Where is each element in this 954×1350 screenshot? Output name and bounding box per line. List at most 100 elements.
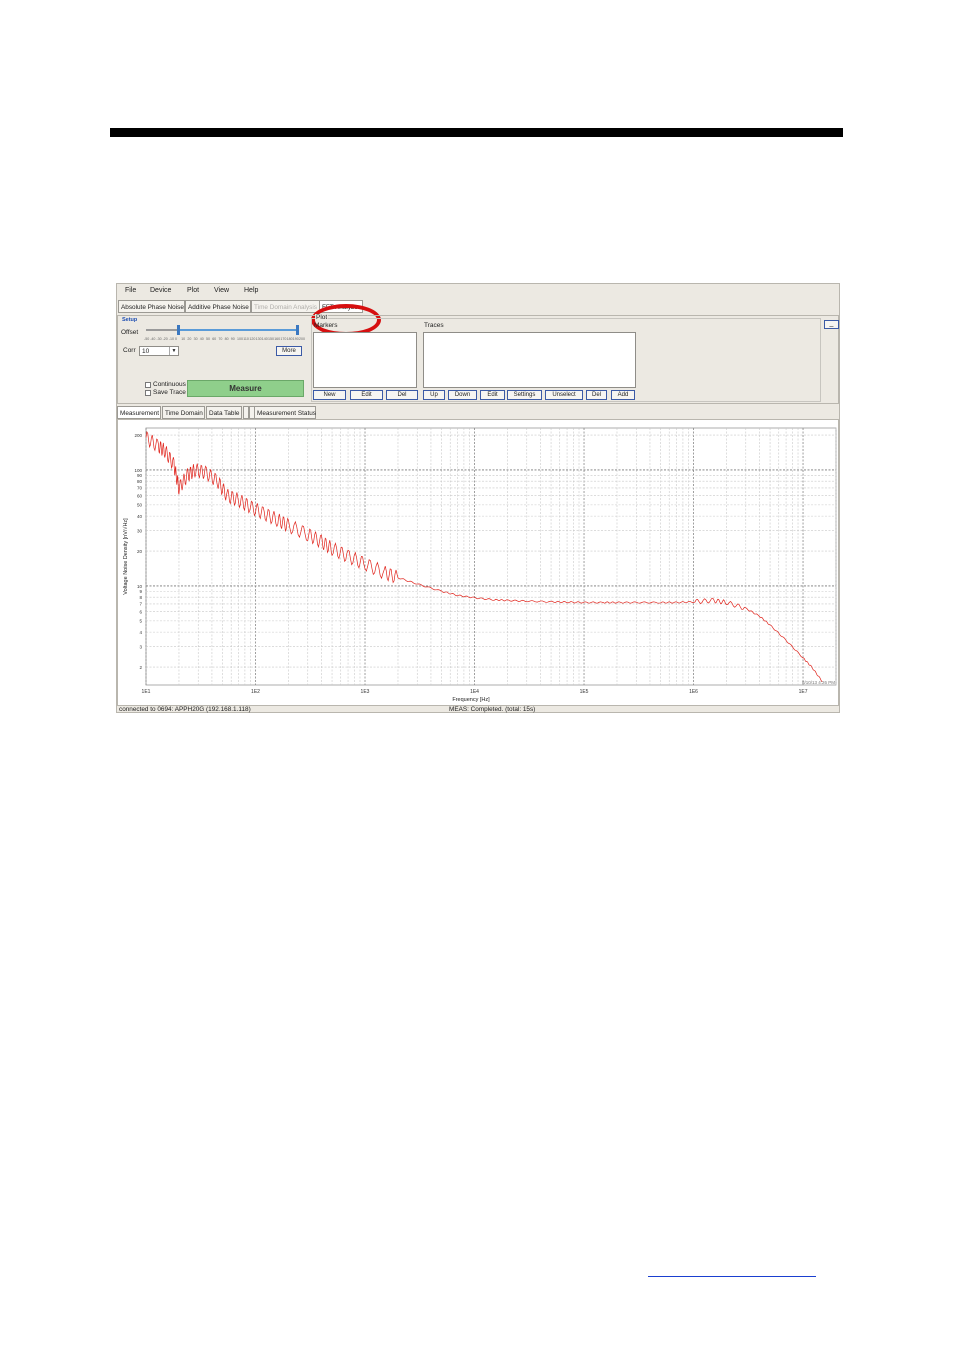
view-tabs: Measurement Time Domain Data Table Measu… <box>117 406 839 420</box>
marker-new-button[interactable]: New <box>313 390 346 400</box>
offset-tick-label: 120 <box>249 337 256 341</box>
offset-tick-labels: -50 -40 -30 -20 -10 0 10 20 30 40 50 60 70 80 90 100 110… <box>144 337 305 343</box>
tab-measurement[interactable]: Measurement <box>117 406 161 419</box>
corr-value: 10 <box>142 348 150 355</box>
chevron-down-icon[interactable]: ▼ <box>169 347 178 355</box>
continuous-label: Continuous <box>153 381 186 388</box>
fft-analyzer-window: File Device Plot View Help Absolute Phas… <box>116 283 840 713</box>
x-tick-label: 1E7 <box>799 689 808 695</box>
main-tabs: Absolute Phase Noise Additive Phase Nois… <box>117 300 839 336</box>
y-tick-label: 90 <box>137 473 143 478</box>
offset-label: Offset <box>121 329 139 336</box>
y-tick-label: 40 <box>137 514 143 519</box>
offset-tick-label: 10 <box>181 337 186 341</box>
marker-edit-button[interactable]: Edit <box>350 390 383 400</box>
chart-timestamp: 8/10/13 4:26 PM <box>802 680 835 685</box>
x-tick-label: 1E4 <box>470 689 479 695</box>
trace-del-button[interactable]: Del <box>586 390 607 400</box>
offset-tick-label: 50 <box>206 337 210 341</box>
markers-title: Markers <box>314 322 338 329</box>
tab-measurement-status[interactable]: Measurement Status <box>254 406 316 419</box>
y-tick-label: 100 <box>134 468 142 473</box>
status-bar: connected to 0694: APPH20G (192.168.1.11… <box>117 705 839 714</box>
offset-tick-label: 100 <box>237 337 243 341</box>
offset-tick-label: 60 <box>212 337 217 341</box>
offset-tick-label: 200 <box>299 337 305 341</box>
menu-help[interactable]: Help <box>244 287 258 294</box>
continuous-checkbox[interactable] <box>145 382 151 388</box>
x-tick-label: 1E5 <box>580 689 589 695</box>
plot-area: 1E1 1E2 1E3 1E4 1E5 1E6 1E7 200 100 90 80 70 60 50 40 3… <box>117 419 839 706</box>
setup-title: Setup <box>122 317 138 323</box>
corr-label: Corr <box>123 347 136 354</box>
y-tick-label: 4 <box>139 630 142 635</box>
marker-del-button[interactable]: Del <box>386 390 418 400</box>
y-tick-label: 200 <box>134 433 142 438</box>
offset-tick-label: 110 <box>243 337 249 341</box>
y-tick-label: 7 <box>139 602 142 607</box>
offset-tick-label: 190 <box>292 337 299 341</box>
offset-tick-label: 170 <box>280 337 287 341</box>
trace-settings-button[interactable]: Settings <box>507 390 542 400</box>
offset-tick-label: -50 <box>144 337 150 341</box>
tab-time-domain-analysis[interactable]: Time Domain Analysis <box>251 300 321 313</box>
markers-list[interactable] <box>313 332 417 388</box>
y-tick-label: 3 <box>139 644 142 649</box>
more-button[interactable]: More <box>276 346 302 356</box>
y-tick-label: 10 <box>137 584 143 589</box>
menu-plot[interactable]: Plot <box>187 287 199 294</box>
measure-button[interactable]: Measure <box>187 380 304 397</box>
tab-additive-phase-noise[interactable]: Additive Phase Noise <box>185 300 251 313</box>
menu-bar: File Device Plot View Help <box>117 284 839 298</box>
save-trace-checkbox[interactable] <box>145 390 151 396</box>
noise-density-chart: 1E1 1E2 1E3 1E4 1E5 1E6 1E7 200 1009080 70 60 50 40 3… <box>122 427 837 703</box>
y-tick-label: 2 <box>139 665 142 670</box>
x-tick-label: 1E3 <box>361 689 370 695</box>
offset-tick-label: -20 <box>162 337 168 341</box>
menu-file[interactable]: File <box>125 287 136 294</box>
y-tick-label: 9 <box>139 589 142 594</box>
tab-absolute-phase-noise[interactable]: Absolute Phase Noise <box>118 300 185 313</box>
tab-data-table[interactable]: Data Table <box>206 406 242 419</box>
y-tick-label: 80 <box>137 479 143 484</box>
offset-tick-label: -10 <box>168 337 174 341</box>
y-tick-label: 20 <box>137 549 143 554</box>
offset-tick-label: 30 <box>193 337 198 341</box>
corr-select[interactable]: 10 ▼ <box>139 346 179 356</box>
y-tick-label: 8 <box>139 595 142 600</box>
y-tick-label: 60 <box>137 493 143 498</box>
offset-tick-label: 140 <box>261 337 268 341</box>
plot-group-label: Plot <box>315 314 329 321</box>
footer-link[interactable] <box>648 1275 816 1277</box>
offset-slider-right-handle[interactable] <box>296 325 299 335</box>
offset-slider-left-handle[interactable] <box>177 325 180 335</box>
offset-tick-label: 40 <box>199 337 204 341</box>
menu-device[interactable]: Device <box>150 287 171 294</box>
page-header-rule <box>110 128 843 137</box>
x-axis-title: Frequency [Hz] <box>452 697 490 703</box>
x-tick-label: 1E1 <box>142 689 151 695</box>
offset-tick-label: 160 <box>274 337 281 341</box>
offset-slider-inactive <box>146 329 178 331</box>
trace-down-button[interactable]: Down <box>448 390 477 400</box>
y-tick-label: 70 <box>137 486 143 491</box>
offset-tick-label: 90 <box>230 337 235 341</box>
offset-tick-label: -30 <box>156 337 162 341</box>
trace-add-button[interactable]: Add <box>611 390 635 400</box>
menu-view[interactable]: View <box>214 287 229 294</box>
offset-tick-label: 20 <box>187 337 192 341</box>
measurement-status: MEAS: Completed. (total: 15s) <box>449 706 536 713</box>
y-axis-title: Voltage Noise Density [nV/√Hz] <box>122 518 129 595</box>
traces-list[interactable] <box>423 332 636 388</box>
minimize-button[interactable]: _ <box>824 320 839 329</box>
offset-tick-label: 130 <box>255 337 262 341</box>
offset-tick-label: 180 <box>286 337 293 341</box>
offset-tick-label: 80 <box>224 337 229 341</box>
trace-up-button[interactable]: Up <box>423 390 445 400</box>
tab-time-domain[interactable]: Time Domain <box>162 406 205 419</box>
setup-panel: Setup Offset -50 -40 -30 -20 -10 0 10 20 30 40 50 6… <box>117 314 839 404</box>
trace-edit-button[interactable]: Edit <box>480 390 505 400</box>
save-trace-label: Save Trace <box>153 389 186 396</box>
trace-unselect-button[interactable]: Unselect <box>545 390 583 400</box>
x-tick-label: 1E6 <box>689 689 698 695</box>
